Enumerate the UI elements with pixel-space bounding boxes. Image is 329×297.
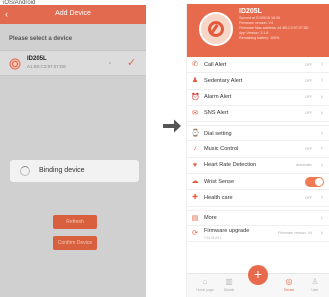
music-control-value: OFF bbox=[304, 146, 312, 151]
tab-user-label: User bbox=[311, 288, 319, 292]
alarm-alert-value: OFF bbox=[304, 95, 312, 100]
chevron-right-icon: › bbox=[320, 145, 323, 153]
battery-level: Remaining battery: 100% bbox=[239, 36, 280, 40]
wrist-icon: ☁ bbox=[191, 178, 199, 186]
sns-alert-label: SNS Alert bbox=[204, 110, 229, 117]
row-firmware-upgrade[interactable]: ⟳ Firmware upgrade 7.01.01.04.1 Firmware ve… bbox=[187, 226, 329, 243]
upgrade-icon: ⟳ bbox=[192, 229, 198, 237]
chevron-right-icon: › bbox=[320, 61, 323, 68]
tab-user[interactable]: ♙ User bbox=[303, 277, 327, 292]
details-icon: ▥ bbox=[225, 277, 233, 286]
alarm-alert-label: Alarm Alert bbox=[204, 94, 232, 101]
device-name: ID205L bbox=[27, 56, 47, 62]
tab-device-label: Device bbox=[283, 288, 295, 292]
device-info: ID205L Synced at 01/09/18 16:09 Firmware… bbox=[239, 7, 309, 41]
row-heart-rate-detection[interactable]: ♥ Heart Rate Detection Automatic › bbox=[187, 158, 329, 175]
confirm-device-button[interactable]: Confirm Device bbox=[53, 236, 97, 250]
device-mac: A1:B0:C3:97:07:DE bbox=[27, 64, 67, 69]
chevron-right-icon: › bbox=[320, 229, 323, 237]
more-icon: ▤ bbox=[191, 214, 199, 222]
device-icon: ◎ bbox=[285, 277, 293, 286]
wrist-sense-label: Wrist Sense bbox=[204, 178, 235, 185]
phone-icon: ✆ bbox=[192, 61, 198, 68]
chevron-right-icon: › bbox=[320, 214, 323, 222]
binding-dialog: Binding device bbox=[10, 160, 139, 182]
wrist-sense-toggle[interactable] bbox=[305, 177, 324, 188]
heart-rate-detection-value: Automatic bbox=[296, 163, 312, 168]
chevron-right-icon: › bbox=[320, 130, 323, 138]
watch-face-icon: ⌚ bbox=[191, 130, 200, 138]
alarm-icon: ⏰ bbox=[191, 93, 200, 101]
add-button[interactable]: + bbox=[248, 265, 268, 285]
settings-list: ✆ Call Alert OFF › ♟ Sedentary Alert OFF › ⏰ Alar… bbox=[187, 57, 329, 243]
chevron-right-icon: › bbox=[320, 77, 323, 85]
firmware-upgrade-value: Firmware version: V4 bbox=[278, 231, 312, 236]
tab-home[interactable]: ⌂ Home page bbox=[193, 277, 217, 292]
device-avatar bbox=[199, 12, 233, 46]
row-wrist-sense[interactable]: ☁ Wrist Sense bbox=[187, 174, 329, 191]
chevron-right-icon: › bbox=[320, 161, 323, 169]
home-icon: ⌂ bbox=[202, 277, 208, 286]
row-music-control[interactable]: ♪ Music Control OFF › bbox=[187, 141, 329, 158]
add-device-screen: ‹ Add Device Please select a device ID20… bbox=[0, 5, 146, 297]
tab-device[interactable]: ◎ Device bbox=[277, 277, 301, 292]
row-dial-setting[interactable]: ⌚ Dial setting › bbox=[187, 125, 329, 142]
firmware-upgrade-label: Firmware upgrade bbox=[204, 228, 250, 235]
chevron-right-icon: › bbox=[320, 93, 323, 101]
health-care-label: Health care bbox=[204, 194, 233, 201]
refresh-button[interactable]: Refresh bbox=[53, 215, 97, 229]
music-control-label: Music Control bbox=[204, 145, 239, 152]
row-more[interactable]: ▤ More › bbox=[187, 209, 329, 226]
row-sedentary-alert[interactable]: ♟ Sedentary Alert OFF › bbox=[187, 73, 329, 90]
select-device-label: Please select a device bbox=[9, 36, 73, 42]
heart-icon: ♥ bbox=[192, 161, 198, 169]
sitting-icon: ♟ bbox=[191, 77, 199, 85]
call-alert-label: Call Alert bbox=[204, 61, 227, 68]
tab-bar: + ⌂ Home page ▥ Details ◎ Device ♙ User bbox=[187, 265, 329, 297]
row-health-care[interactable]: ✚ Health care OFF › bbox=[187, 190, 329, 207]
dial-setting-label: Dial setting bbox=[204, 130, 232, 137]
device-list-item[interactable]: ID205L A1:B0:C3:97:07:DE ⋆ ✓ bbox=[0, 50, 146, 76]
user-icon: ♙ bbox=[311, 277, 319, 286]
signal-icon: ⋆ bbox=[108, 61, 112, 67]
row-call-alert[interactable]: ✆ Call Alert OFF › bbox=[187, 57, 329, 74]
tab-details-label: Details bbox=[223, 288, 235, 292]
header-title: Add Device bbox=[55, 10, 91, 17]
arrow-right-icon bbox=[163, 119, 181, 133]
device-name: ID205L bbox=[239, 8, 262, 15]
tab-home-label: Home page bbox=[196, 288, 214, 292]
check-icon: ✓ bbox=[127, 57, 137, 69]
message-icon: ✉ bbox=[192, 109, 198, 117]
add-device-header: ‹ Add Device bbox=[0, 5, 146, 24]
watch-icon bbox=[9, 58, 21, 70]
device-screen: ID205L Synced at 01/09/18 16:09 Firmware… bbox=[186, 4, 329, 297]
spinner-icon bbox=[20, 166, 30, 176]
music-icon: ♪ bbox=[193, 145, 197, 153]
heart-rate-detection-label: Heart Rate Detection bbox=[204, 162, 257, 169]
binding-text: Binding device bbox=[39, 167, 85, 174]
sedentary-alert-label: Sedentary Alert bbox=[204, 77, 243, 84]
chevron-right-icon: › bbox=[320, 194, 323, 202]
sns-alert-value: OFF bbox=[304, 111, 312, 116]
health-care-value: OFF bbox=[304, 195, 312, 200]
row-sns-alert[interactable]: ✉ SNS Alert OFF › bbox=[187, 106, 329, 123]
tab-details[interactable]: ▥ Details bbox=[217, 277, 241, 292]
call-alert-value: OFF bbox=[304, 62, 312, 67]
sedentary-alert-value: OFF bbox=[304, 78, 312, 83]
more-label: More bbox=[204, 215, 217, 222]
firmware-build: 7.01.01.04.1 bbox=[204, 235, 222, 240]
device-header: ID205L Synced at 01/09/18 16:09 Firmware… bbox=[187, 4, 329, 57]
chevron-right-icon: › bbox=[320, 109, 323, 117]
row-alarm-alert[interactable]: ⏰ Alarm Alert OFF › bbox=[187, 90, 329, 106]
health-icon: ✚ bbox=[192, 194, 198, 202]
